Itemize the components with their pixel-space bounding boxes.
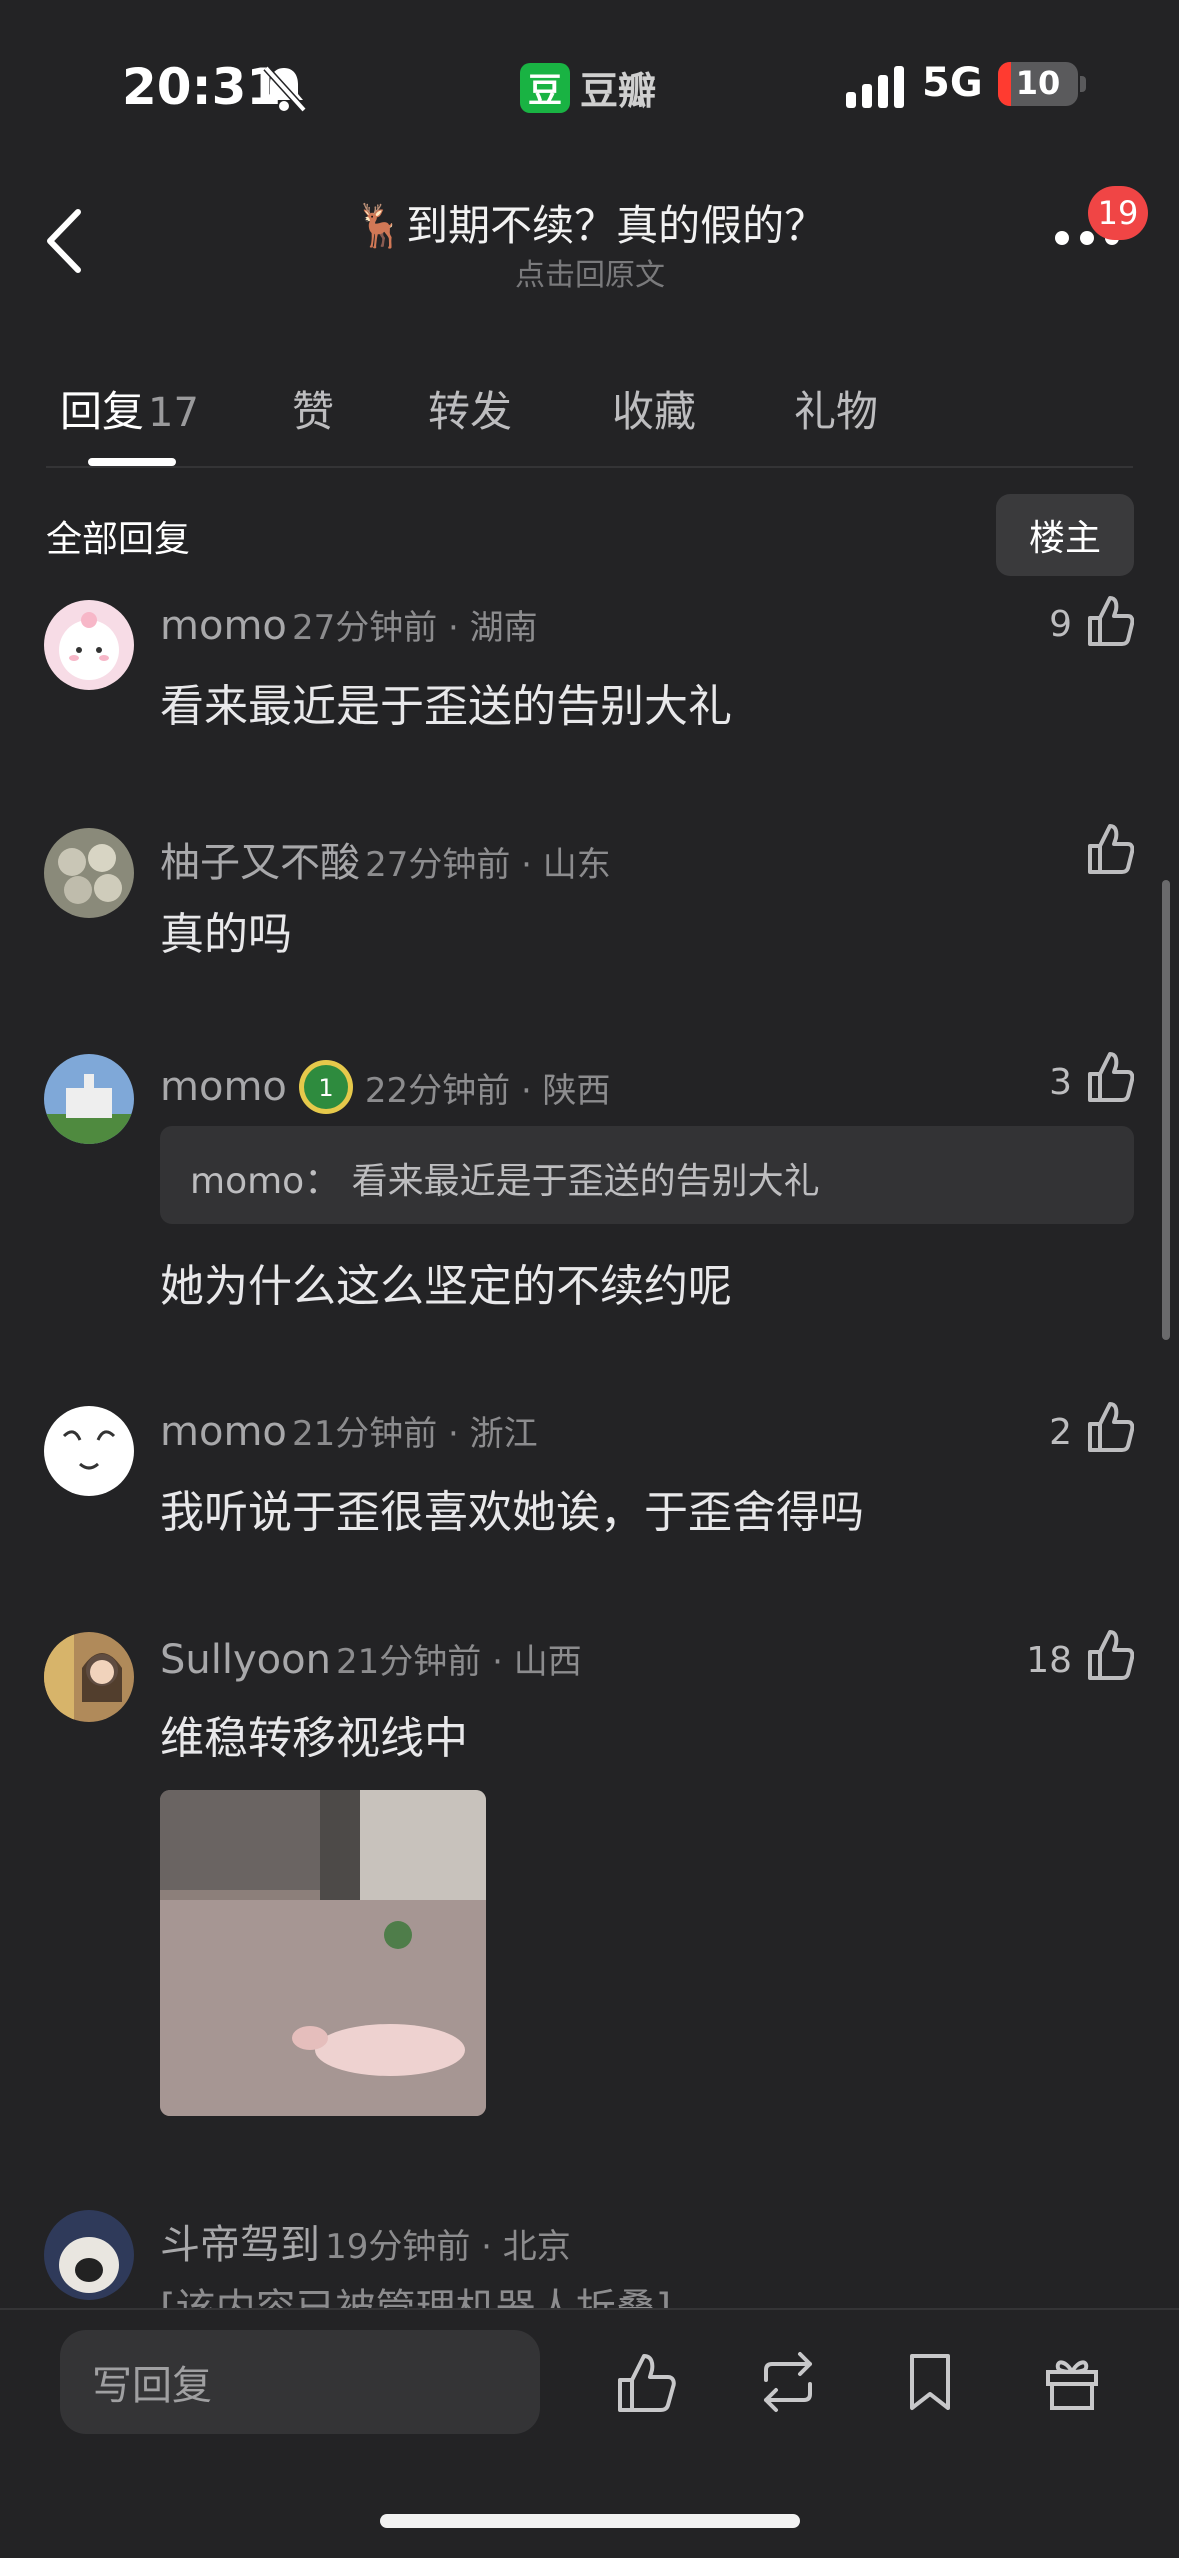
avatar[interactable] xyxy=(44,1054,134,1144)
user-level-badge-icon: 1 xyxy=(298,1060,353,1114)
avatar[interactable] xyxy=(44,1632,134,1722)
section-title: 全部回复 xyxy=(46,519,191,560)
svg-text:1: 1 xyxy=(318,1074,333,1102)
comment-author[interactable]: momo xyxy=(160,1064,287,1110)
bell-slash-icon xyxy=(263,65,307,113)
reply-image-content xyxy=(160,1790,486,2116)
comment-header: 柚子又不酸 27分钟前 · 山东 xyxy=(160,830,611,888)
comment-header: Sullyoon 21分钟前 · 山西 xyxy=(160,1634,582,1683)
battery-tip xyxy=(1080,76,1086,92)
comment-text: 她为什么这么坚定的不续约呢 xyxy=(160,1261,732,1312)
like-icon[interactable] xyxy=(1086,1400,1134,1454)
avatar-image xyxy=(58,844,122,904)
avatar-image xyxy=(44,1074,134,1144)
signal-icon xyxy=(846,66,904,108)
battery-level: 10 xyxy=(1015,64,1061,102)
comment-author[interactable]: 斗帝驾到 xyxy=(160,2222,320,2268)
avatar-image xyxy=(62,1430,116,1470)
divider xyxy=(46,466,1133,468)
status-app-indicator: 豆 豆瓣 xyxy=(520,60,656,115)
comment-meta: 21分钟前 · 浙江 xyxy=(291,1414,538,1454)
status-app-name: 豆瓣 xyxy=(580,69,657,113)
like-icon[interactable] xyxy=(1086,822,1134,876)
comment-meta: 27分钟前 · 湖南 xyxy=(291,608,538,648)
reply-image[interactable] xyxy=(160,1790,486,2116)
tab-gifts[interactable]: 礼物 xyxy=(794,378,878,439)
home-indicator xyxy=(380,2514,800,2528)
like-count: 9 xyxy=(1049,604,1072,645)
repost-icon[interactable] xyxy=(756,2350,820,2414)
comment-author[interactable]: momo xyxy=(160,1409,287,1455)
back-to-original-link[interactable]: 点击回原文 xyxy=(260,250,920,294)
comment-text: 维稳转移视线中 xyxy=(160,1713,468,1764)
battery-indicator: 10 xyxy=(998,62,1078,106)
gift-icon[interactable] xyxy=(1040,2350,1104,2414)
tab-label: 回复 xyxy=(60,387,145,436)
notification-badge: 19 xyxy=(1088,186,1148,240)
network-type: 5G xyxy=(922,60,983,106)
like-count: 2 xyxy=(1049,1412,1072,1453)
post-title[interactable]: 🦌到期不续？真的假的？ xyxy=(260,192,920,253)
avatar[interactable] xyxy=(44,2210,134,2300)
comment-header: momo 21分钟前 · 浙江 xyxy=(160,1406,538,1455)
like-icon[interactable] xyxy=(1086,1050,1134,1104)
like-icon[interactable] xyxy=(1086,594,1134,648)
douban-logo-icon: 豆 xyxy=(520,62,570,113)
tab-collections[interactable]: 收藏 xyxy=(612,378,696,439)
active-tab-indicator xyxy=(88,458,176,466)
avatar-image xyxy=(59,612,119,680)
tab-count: 17 xyxy=(148,390,199,436)
comment-text: 真的吗 xyxy=(160,909,292,960)
like-count: 3 xyxy=(1049,1062,1072,1103)
like-icon[interactable] xyxy=(1086,1628,1134,1682)
comment-author[interactable]: Sullyoon xyxy=(160,1637,331,1683)
back-icon[interactable] xyxy=(44,206,84,276)
comment-meta: 19分钟前 · 北京 xyxy=(325,2227,571,2267)
comment-meta: 27分钟前 · 山东 xyxy=(365,845,611,885)
comment-meta: 21分钟前 · 山西 xyxy=(336,1642,582,1682)
comment-author[interactable]: momo xyxy=(160,603,287,649)
like-count: 18 xyxy=(1026,1640,1072,1681)
comment-header: momo 1 22分钟前 · 陕西 xyxy=(160,1058,611,1116)
scrollbar[interactable] xyxy=(1162,880,1170,1340)
op-only-button[interactable]: 楼主 xyxy=(996,494,1134,576)
comment-meta: 22分钟前 · 陕西 xyxy=(364,1070,611,1111)
tab-replies[interactable]: 回复 17 xyxy=(60,378,199,439)
avatar[interactable] xyxy=(44,828,134,918)
quoted-reply-text: momo： 看来最近是于歪送的告别大礼 xyxy=(190,1161,820,1202)
like-icon[interactable] xyxy=(614,2350,678,2414)
tab-reposts[interactable]: 转发 xyxy=(428,378,512,439)
bookmark-icon[interactable] xyxy=(898,2350,962,2414)
avatar-image xyxy=(59,2237,119,2293)
comment-header: momo 27分钟前 · 湖南 xyxy=(160,600,538,649)
comment-text: 我听说于歪很喜欢她诶，于歪舍得吗 xyxy=(160,1487,864,1538)
tab-likes[interactable]: 赞 xyxy=(292,378,334,439)
avatar[interactable] xyxy=(44,600,134,690)
reply-input[interactable]: 写回复 xyxy=(60,2330,540,2434)
avatar[interactable] xyxy=(44,1406,134,1496)
comment-author[interactable]: 柚子又不酸 xyxy=(160,840,360,886)
comment-text: 看来最近是于歪送的告别大礼 xyxy=(160,681,732,732)
comment-header: 斗帝驾到 19分钟前 · 北京 xyxy=(160,2212,571,2270)
avatar-image xyxy=(44,1632,122,1722)
